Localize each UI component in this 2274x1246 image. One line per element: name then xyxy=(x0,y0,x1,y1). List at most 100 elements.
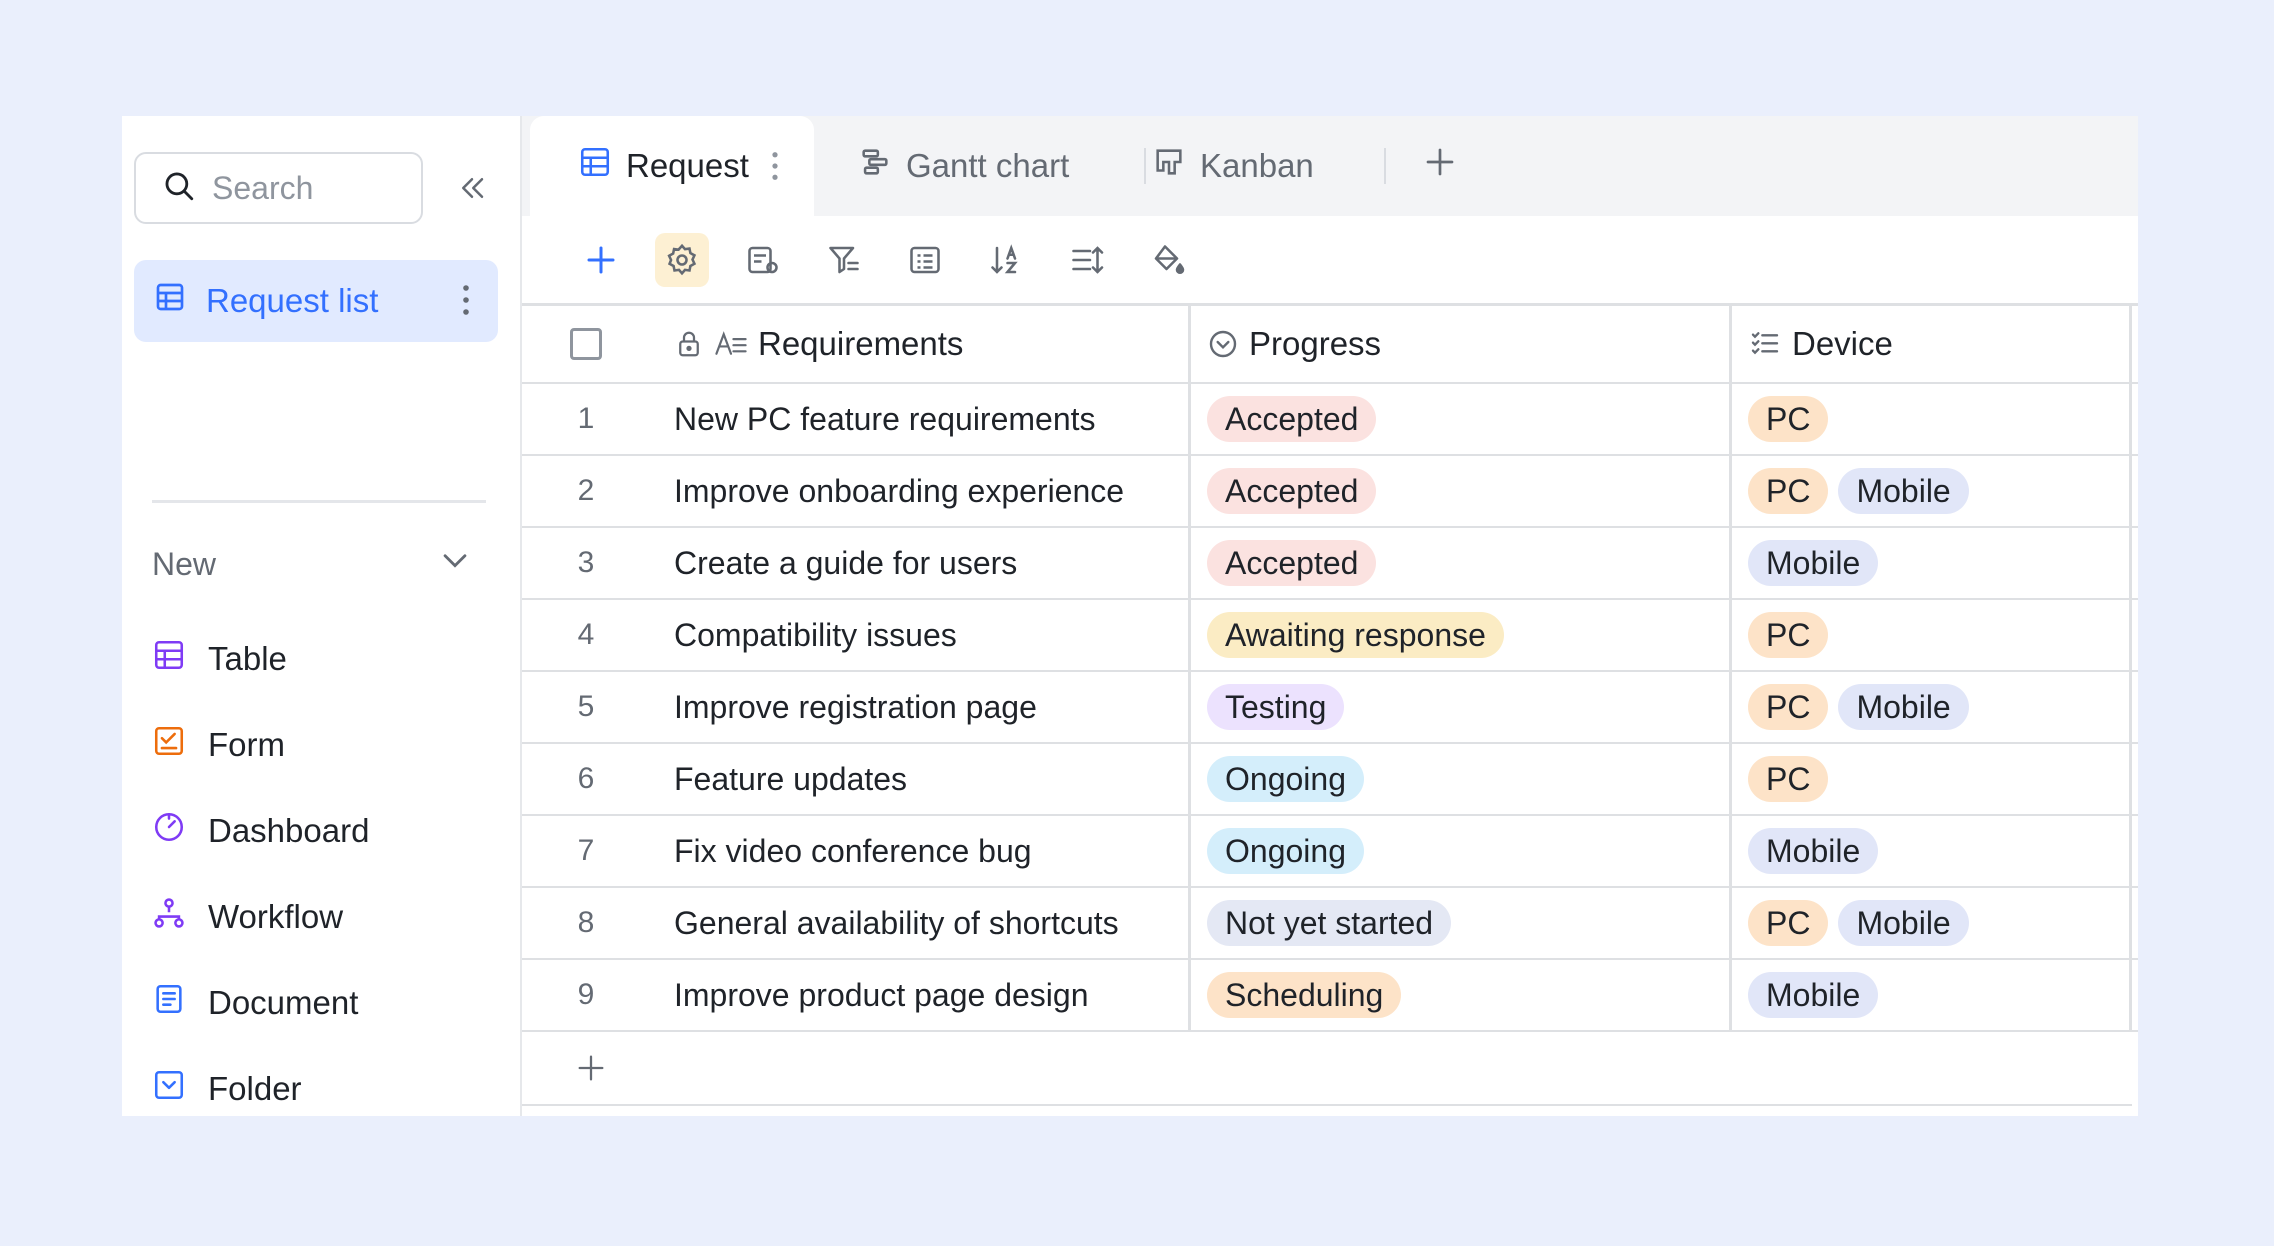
group-button[interactable] xyxy=(898,233,952,287)
table-row[interactable]: 3 Create a guide for users Accepted Mobile xyxy=(522,528,2138,600)
add-view-button[interactable] xyxy=(1422,116,1458,216)
device-cell[interactable]: Mobile xyxy=(1732,528,2132,598)
progress-cell[interactable]: Ongoing xyxy=(1191,744,1732,814)
create-item-label: Document xyxy=(208,984,359,1021)
requirement-cell[interactable]: New PC feature requirements xyxy=(650,384,1191,454)
table-row[interactable]: 4 Compatibility issues Awaiting response PC xyxy=(522,600,2138,672)
progress-cell[interactable]: Scheduling xyxy=(1191,960,1732,1030)
device-cell[interactable]: PC Mobile xyxy=(1732,672,2132,742)
progress-cell[interactable]: Accepted xyxy=(1191,384,1732,454)
column-header-requirements[interactable]: Requirements xyxy=(650,306,1191,382)
row-index: 8 xyxy=(577,906,595,939)
progress-tag: Accepted xyxy=(1207,396,1377,442)
table-header-row: Requirements Progress Device xyxy=(522,306,2138,384)
create-workflow[interactable]: Workflow xyxy=(152,874,369,960)
tab-request[interactable]: Request xyxy=(530,116,814,216)
gear-icon xyxy=(667,243,697,275)
new-label: New xyxy=(152,545,217,582)
search-box[interactable] xyxy=(134,152,423,224)
column-label: Requirements xyxy=(758,325,964,362)
progress-cell[interactable]: Accepted xyxy=(1191,528,1732,598)
device-tag: PC xyxy=(1748,684,1829,730)
create-item-label: Table xyxy=(208,640,287,677)
tab-label: Request xyxy=(626,147,749,184)
row-height-icon xyxy=(1072,245,1104,274)
select-all-checkbox[interactable] xyxy=(570,328,602,360)
device-cell[interactable]: PC Mobile xyxy=(1732,888,2132,958)
sidebar: Request list New Table Form xyxy=(122,116,522,1116)
row-index: 5 xyxy=(577,690,595,723)
table-row[interactable]: 9 Improve product page design Scheduling Mo… xyxy=(522,960,2138,1032)
tab-divider xyxy=(1144,148,1146,184)
new-section-toggle[interactable]: New xyxy=(152,536,472,592)
device-cell[interactable]: PC xyxy=(1732,384,2132,454)
create-folder[interactable]: Folder xyxy=(152,1046,369,1116)
progress-cell[interactable]: Not yet started xyxy=(1191,888,1732,958)
device-cell[interactable]: Mobile xyxy=(1732,816,2132,886)
column-header-progress[interactable]: Progress xyxy=(1191,306,1732,382)
device-cell[interactable]: PC xyxy=(1732,600,2132,670)
table-row[interactable]: 8 General availability of shortcuts Not ye… xyxy=(522,888,2138,960)
progress-tag: Ongoing xyxy=(1207,828,1364,874)
row-index: 3 xyxy=(577,546,595,579)
progress-tag: Accepted xyxy=(1207,468,1377,514)
sidebar-item-label: Request list xyxy=(206,282,379,319)
collapse-sidebar-icon[interactable] xyxy=(452,168,492,208)
table-row[interactable]: 2 Improve onboarding experience Accepted PC… xyxy=(522,456,2138,528)
row-height-button[interactable] xyxy=(1060,233,1114,287)
requirement-cell[interactable]: Fix video conference bug xyxy=(650,816,1191,886)
progress-tag: Testing xyxy=(1207,684,1345,730)
filter-button[interactable] xyxy=(817,233,871,287)
requirement-cell[interactable]: Feature updates xyxy=(650,744,1191,814)
table-icon xyxy=(152,638,186,680)
more-vertical-icon[interactable] xyxy=(771,151,779,181)
requirement-cell[interactable]: Compatibility issues xyxy=(650,600,1191,670)
more-vertical-icon[interactable] xyxy=(462,284,470,324)
search-input[interactable] xyxy=(212,169,402,207)
create-document[interactable]: Document xyxy=(152,960,369,1046)
requirement-cell[interactable]: General availability of shortcuts xyxy=(650,888,1191,958)
field-settings-icon xyxy=(748,246,778,273)
create-dashboard[interactable]: Dashboard xyxy=(152,788,369,874)
progress-cell[interactable]: Ongoing xyxy=(1191,816,1732,886)
chevron-down-icon xyxy=(438,543,472,585)
progress-cell[interactable]: Testing xyxy=(1191,672,1732,742)
settings-button[interactable] xyxy=(655,232,709,287)
row-index: 1 xyxy=(577,402,595,435)
table-row[interactable]: 6 Feature updates Ongoing PC xyxy=(522,744,2138,816)
filter-icon xyxy=(829,246,859,273)
tab-kanban[interactable]: Kanban xyxy=(1152,116,1314,216)
row-index: 6 xyxy=(577,762,595,795)
column-header-device[interactable]: Device xyxy=(1732,306,2132,382)
add-record-button[interactable] xyxy=(574,233,628,287)
device-cell[interactable]: PC Mobile xyxy=(1732,456,2132,526)
progress-tag: Awaiting response xyxy=(1207,612,1504,658)
requirement-cell[interactable]: Improve product page design xyxy=(650,960,1191,1030)
field-settings-button[interactable] xyxy=(736,233,790,287)
device-cell[interactable]: Mobile xyxy=(1732,960,2132,1030)
table-row[interactable]: 7 Fix video conference bug Ongoing Mobile xyxy=(522,816,2138,888)
fill-color-button[interactable] xyxy=(1141,233,1195,287)
tab-label: Kanban xyxy=(1200,147,1314,184)
device-tag: PC xyxy=(1748,756,1829,802)
tab-gantt-chart[interactable]: Gantt chart xyxy=(858,116,1069,216)
progress-tag: Accepted xyxy=(1207,540,1377,586)
device-tag: Mobile xyxy=(1838,684,1969,730)
multi-select-icon xyxy=(1748,328,1782,360)
requirement-cell[interactable]: Improve registration page xyxy=(650,672,1191,742)
progress-cell[interactable]: Awaiting response xyxy=(1191,600,1732,670)
table-row[interactable]: 1 New PC feature requirements Accepted PC xyxy=(522,384,2138,456)
device-cell[interactable]: PC xyxy=(1732,744,2132,814)
group-icon xyxy=(910,246,940,273)
progress-cell[interactable]: Accepted xyxy=(1191,456,1732,526)
lock-icon xyxy=(674,329,704,359)
table-row[interactable]: 5 Improve registration page Testing PC Mobil… xyxy=(522,672,2138,744)
create-form[interactable]: Form xyxy=(152,702,369,788)
requirement-cell[interactable]: Create a guide for users xyxy=(650,528,1191,598)
add-row-button[interactable] xyxy=(522,1032,2132,1106)
requirement-cell[interactable]: Improve onboarding experience xyxy=(650,456,1191,526)
table-body: 1 New PC feature requirements Accepted PC 2 I… xyxy=(522,384,2138,1032)
create-table[interactable]: Table xyxy=(152,616,369,702)
sort-button[interactable] xyxy=(979,233,1033,287)
sidebar-item-request-list[interactable]: Request list xyxy=(134,260,498,342)
